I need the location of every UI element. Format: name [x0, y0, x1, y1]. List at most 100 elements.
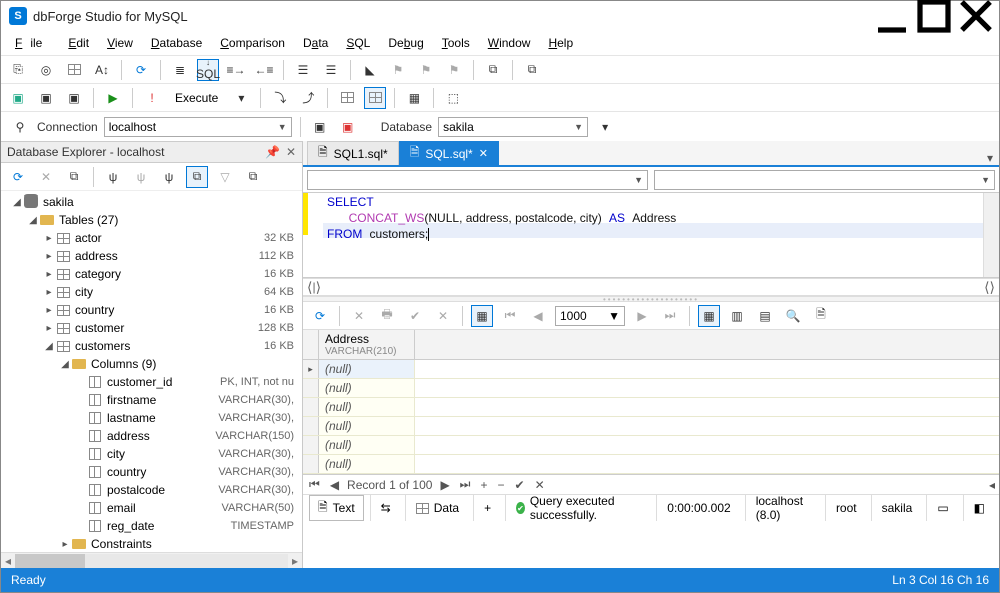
exec-dd-icon[interactable]: ▾: [230, 87, 252, 109]
tree-column-row[interactable]: lastnameVARCHAR(30),: [5, 409, 302, 427]
rec-del-icon[interactable]: −: [496, 478, 507, 492]
bookmark-icon[interactable]: ◣: [359, 59, 381, 81]
rec-first-icon[interactable]: ⏮: [307, 477, 322, 492]
tree-column-row[interactable]: customer_idPK, INT, not nu: [5, 373, 302, 391]
tree-table-row[interactable]: ▸actor32 KB: [5, 229, 302, 247]
menu-window[interactable]: Window: [480, 33, 539, 53]
menu-help[interactable]: Help: [540, 33, 581, 53]
exp-filter-icon[interactable]: ▽: [214, 166, 236, 188]
grid-row[interactable]: ▸(null): [303, 360, 999, 379]
res-refresh-icon[interactable]: ⟳: [309, 305, 331, 327]
windows-icon[interactable]: ⧉: [521, 59, 543, 81]
copy-icon[interactable]: ⧉: [482, 59, 504, 81]
exp-t2-icon[interactable]: ψ: [130, 166, 152, 188]
exp-t3-icon[interactable]: ψ: [158, 166, 180, 188]
menu-tools[interactable]: Tools: [434, 33, 478, 53]
tab-sql1[interactable]: 🗎SQL1.sql*: [307, 141, 399, 165]
step-icon[interactable]: ⤵: [269, 87, 291, 109]
new-button[interactable]: ⎘: [7, 59, 29, 81]
nav-prev-icon[interactable]: ◀: [527, 305, 549, 327]
view-data-button[interactable]: Data: [405, 495, 469, 521]
tree-column-row[interactable]: addressVARCHAR(150): [5, 427, 302, 445]
tree-column-row[interactable]: reg_dateTIMESTAMP: [5, 517, 302, 535]
res-check-icon[interactable]: ✔: [404, 305, 426, 327]
flag-icon[interactable]: ⚑: [387, 59, 409, 81]
list-icon[interactable]: ☰: [292, 59, 314, 81]
tree-columns-row[interactable]: ◢Columns (9): [5, 355, 302, 373]
sql-mode-button[interactable]: ↓SQL: [197, 59, 219, 81]
tree-table-row[interactable]: ◢customers16 KB: [5, 337, 302, 355]
db-search-icon[interactable]: ▣: [63, 87, 85, 109]
exp-refresh-icon[interactable]: ⟳: [7, 166, 29, 188]
exp-t5-icon[interactable]: ⧉: [242, 166, 264, 188]
view-add-button[interactable]: +: [473, 495, 501, 521]
tree-column-row[interactable]: emailVARCHAR(50): [5, 499, 302, 517]
run-button[interactable]: ▶: [102, 87, 124, 109]
grid-view2-icon[interactable]: [364, 87, 386, 109]
rec-prev-icon[interactable]: ◀: [328, 478, 341, 492]
grid-row[interactable]: (null): [303, 398, 999, 417]
nav-next-icon[interactable]: ▶: [631, 305, 653, 327]
res-x-icon[interactable]: ✕: [432, 305, 454, 327]
tree-db-row[interactable]: ◢sakila: [5, 193, 302, 211]
font-icon[interactable]: A↕: [91, 59, 113, 81]
maximize-button[interactable]: [913, 2, 955, 30]
nav-last-icon[interactable]: ⏭: [659, 305, 681, 327]
menu-comparison[interactable]: Comparison: [212, 33, 293, 53]
explorer-tree[interactable]: ◢sakila ◢Tables (27) ▸actor32 KB▸address…: [1, 191, 302, 552]
tree-table-row[interactable]: ▸customer128 KB: [5, 319, 302, 337]
layout-icon-2[interactable]: ◧: [963, 495, 995, 521]
view-pivot-icon[interactable]: ▤: [754, 305, 776, 327]
rec-ok-icon[interactable]: ✔: [513, 478, 527, 492]
format-icon[interactable]: ≣: [169, 59, 191, 81]
exp-copy-icon[interactable]: ⧉: [63, 166, 85, 188]
tab-close-icon[interactable]: ✕: [479, 147, 488, 160]
dropdown-extra-icon[interactable]: ▾: [594, 116, 616, 138]
warn-icon[interactable]: !: [141, 87, 163, 109]
menu-view[interactable]: View: [99, 33, 141, 53]
col-header-address[interactable]: Address VARCHAR(210): [319, 330, 415, 359]
menu-sql[interactable]: SQL: [338, 33, 378, 53]
tree-tables-row[interactable]: ◢Tables (27): [5, 211, 302, 229]
indent-icon[interactable]: ≡→: [225, 59, 247, 81]
table-icon[interactable]: [63, 59, 85, 81]
grid-row[interactable]: (null): [303, 379, 999, 398]
res-print-icon[interactable]: 🖶: [376, 305, 398, 327]
view-card-icon[interactable]: ▥: [726, 305, 748, 327]
page-size-input[interactable]: 1000▼: [555, 306, 625, 326]
nav-first-icon[interactable]: ⏮: [499, 305, 521, 327]
tabs-menu-icon[interactable]: ▾: [981, 151, 999, 165]
db-green-icon[interactable]: ▣: [7, 87, 29, 109]
tree-table-row[interactable]: ▸category16 KB: [5, 265, 302, 283]
refresh-icon[interactable]: ⟳: [130, 59, 152, 81]
results-grid[interactable]: Address VARCHAR(210) ▸(null) (null) (nul…: [303, 330, 999, 475]
object-combo-1[interactable]: ▼: [307, 170, 648, 190]
page-mode-icon[interactable]: ▦: [471, 305, 493, 327]
db-x-icon[interactable]: ▣: [337, 116, 359, 138]
tab-sql[interactable]: 🗎SQL.sql*✕: [399, 141, 499, 165]
view-grid-icon[interactable]: ▦: [698, 305, 720, 327]
rec-next-icon[interactable]: ▶: [438, 478, 451, 492]
object-combo-2[interactable]: ▼: [654, 170, 995, 190]
tree-constraints-row[interactable]: ▸Constraints: [5, 535, 302, 552]
plug-icon[interactable]: ⚲: [9, 116, 31, 138]
menu-debug[interactable]: Debug: [380, 33, 431, 53]
exp-t4-icon[interactable]: ⧉: [186, 166, 208, 188]
tree-column-row[interactable]: countryVARCHAR(30),: [5, 463, 302, 481]
menu-database[interactable]: Database: [143, 33, 210, 53]
menu-edit[interactable]: Edit: [60, 33, 97, 53]
grid-view-icon[interactable]: [336, 87, 358, 109]
tree-column-row[interactable]: postalcodeVARCHAR(30),: [5, 481, 302, 499]
grid-row[interactable]: (null): [303, 455, 999, 474]
pin-icon[interactable]: 📌: [265, 145, 280, 159]
layout-icon-1[interactable]: ▭: [926, 495, 958, 521]
close-button[interactable]: [955, 2, 997, 30]
grid-row[interactable]: (null): [303, 417, 999, 436]
rec-x-icon[interactable]: ✕: [533, 478, 547, 492]
exp-x-icon[interactable]: ✕: [35, 166, 57, 188]
explorer-h-scrollbar[interactable]: ◂▸: [1, 552, 302, 568]
rec-add-icon[interactable]: +: [478, 478, 489, 492]
res-cancel-icon[interactable]: ✕: [348, 305, 370, 327]
view-find-icon[interactable]: 🔍: [782, 305, 804, 327]
menu-file[interactable]: File: [7, 33, 58, 53]
